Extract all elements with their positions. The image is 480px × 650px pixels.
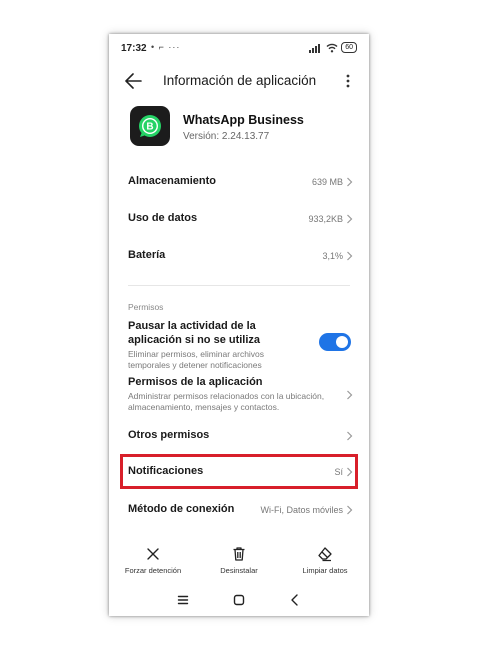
app-icon: B	[130, 106, 170, 146]
page-title: Información de aplicación	[163, 73, 317, 88]
section-divider	[128, 285, 350, 286]
wifi-icon	[326, 43, 338, 52]
app-permissions-label: Permisos de la aplicación	[128, 376, 263, 388]
close-icon	[147, 548, 159, 560]
battery-value: 3,1%	[322, 251, 343, 261]
toggle-knob	[336, 336, 348, 348]
status-bar: 17:32 • ⌐ ··· 60	[109, 34, 369, 64]
pause-activity-desc-line2: temporales y detener notificaciones	[128, 360, 262, 370]
highlight-box	[120, 454, 358, 489]
navigation-bar	[109, 590, 369, 610]
phone-screen: 17:32 • ⌐ ··· 60 Información de aplicaci…	[109, 34, 369, 616]
connection-method-value: Wi-Fi, Datos móviles	[260, 505, 343, 515]
app-name: WhatsApp Business	[183, 113, 304, 127]
more-vertical-icon[interactable]	[343, 70, 353, 92]
clear-data-button[interactable]: Limpiar datos	[290, 546, 360, 575]
pause-activity-label-line1: Pausar la actividad de la	[128, 320, 256, 332]
data-usage-row[interactable]: Uso de datos 933,2KB	[109, 205, 369, 231]
data-usage-value: 933,2KB	[308, 214, 343, 224]
battery-icon: 60	[341, 42, 357, 53]
app-bar: Información de aplicación	[109, 64, 369, 98]
permissions-section-label: Permisos	[128, 302, 164, 312]
uninstall-button[interactable]: Desinstalar	[204, 546, 274, 575]
chevron-right-icon	[347, 390, 353, 400]
status-right-icons: 60	[309, 42, 357, 53]
connection-method-label: Método de conexión	[128, 503, 235, 515]
storage-row[interactable]: Almacenamiento 639 MB	[109, 168, 369, 194]
force-stop-label: Forzar detención	[124, 566, 182, 575]
chevron-right-icon	[347, 505, 353, 515]
pause-activity-desc-line1: Eliminar permisos, eliminar archivos	[128, 349, 265, 359]
pause-activity-toggle[interactable]	[319, 333, 351, 351]
chevron-right-icon	[347, 177, 353, 187]
menu-icon[interactable]	[175, 592, 191, 608]
whatsapp-business-logo: B	[139, 115, 161, 137]
chevron-right-icon	[347, 214, 353, 224]
svg-text:B: B	[146, 122, 153, 133]
chevron-right-icon	[347, 431, 353, 441]
uninstall-label: Desinstalar	[220, 566, 258, 575]
eraser-icon	[318, 547, 332, 562]
clear-data-label: Limpiar datos	[302, 566, 348, 575]
back-chevron-icon[interactable]	[287, 592, 303, 608]
signal-icon	[309, 43, 321, 53]
notification-icons: • ⌐ ···	[151, 42, 181, 52]
page-background: 17:32 • ⌐ ··· 60 Información de aplicaci…	[0, 0, 480, 650]
status-time: 17:32	[121, 43, 147, 54]
other-permissions-row[interactable]: Otros permisos	[109, 423, 369, 449]
app-version: Versión: 2.24.13.77	[183, 131, 270, 142]
connection-method-row[interactable]: Método de conexión Wi-Fi, Datos móviles	[109, 497, 369, 523]
storage-value: 639 MB	[311, 177, 343, 187]
data-usage-label: Uso de datos	[128, 212, 198, 224]
battery-row[interactable]: Batería 3,1%	[109, 242, 369, 268]
chevron-right-icon	[347, 251, 353, 261]
pause-activity-label-line2: aplicación si no se utiliza	[128, 334, 261, 346]
other-permissions-label: Otros permisos	[128, 429, 210, 441]
app-permissions-desc-line1: Administrar permisos relacionados con la…	[128, 391, 325, 401]
app-permissions-desc-line2: almacenamiento, mensajes y contactos.	[128, 402, 280, 412]
storage-label: Almacenamiento	[128, 175, 217, 187]
force-stop-button[interactable]: Forzar detención	[118, 546, 188, 575]
app-permissions-row[interactable]: Permisos de la aplicación Administrar pe…	[109, 374, 369, 416]
trash-icon	[233, 547, 245, 561]
battery-label: Batería	[128, 249, 166, 261]
arrow-left-icon[interactable]	[123, 70, 145, 92]
home-square-icon[interactable]	[231, 592, 247, 608]
